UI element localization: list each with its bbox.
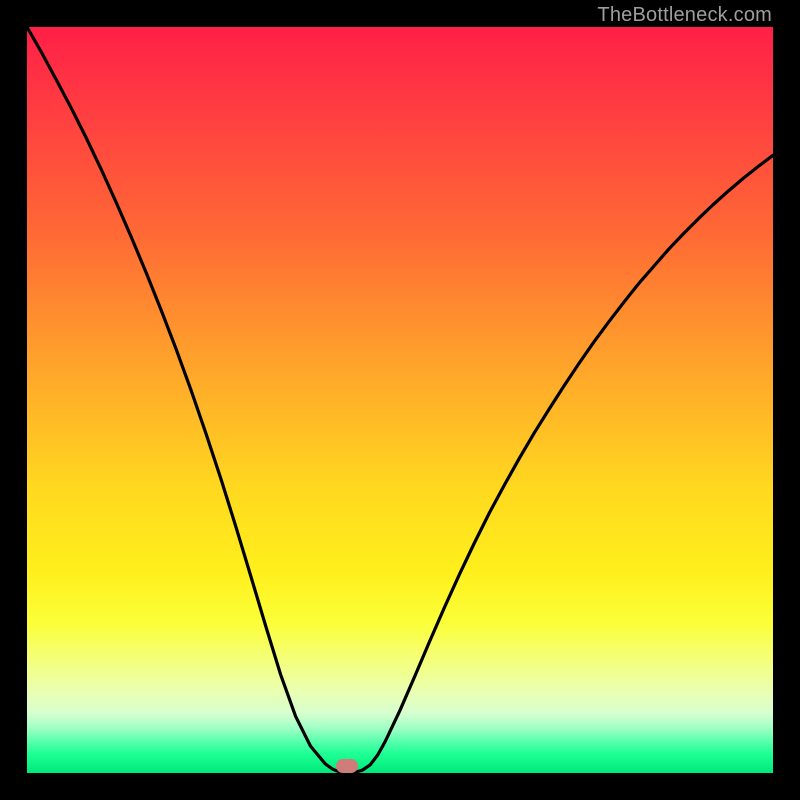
minimum-marker [336, 759, 358, 773]
watermark-text: TheBottleneck.com [597, 4, 772, 27]
chart-frame: TheBottleneck.com [0, 0, 800, 800]
bottleneck-curve [27, 27, 773, 773]
plot-area [27, 27, 773, 773]
